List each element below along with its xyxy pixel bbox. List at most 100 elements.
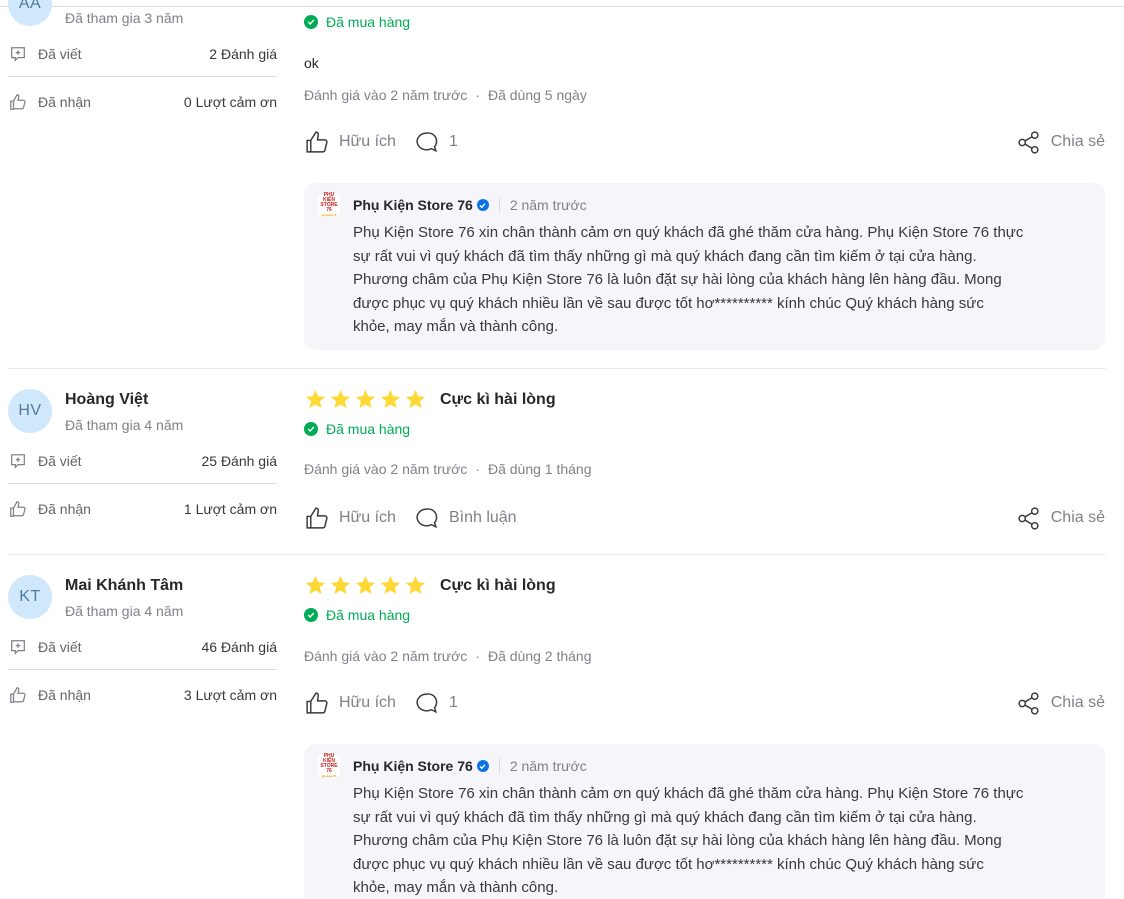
seller-reply: PHỤ KIỆN STORE 76 phukien76 Phụ Kiện Stor… <box>304 744 1105 899</box>
review-actions: Hữu ích 1 Chia sẻ <box>304 128 1105 156</box>
comment-count: 1 <box>448 694 458 711</box>
review-meta: Đánh giá vào 2 năm trước · Đã dùng 1 tháng <box>304 461 592 477</box>
review-written-icon <box>8 44 28 64</box>
star-rating <box>304 388 427 411</box>
reply-time: 2 năm trước <box>509 758 587 774</box>
stat-divider <box>8 669 277 670</box>
reply-text: Phụ Kiện Store 76 xin chân thành cảm ơn … <box>353 785 1024 896</box>
share-button[interactable]: Chia sẻ <box>1016 128 1105 156</box>
usage-duration: Đã dùng 5 ngày <box>487 87 587 103</box>
purchase-badge: Đã mua hàng <box>304 607 410 623</box>
comment-bubble-icon <box>416 507 438 528</box>
review-meta: Đánh giá vào 2 năm trước · Đã dùng 5 ngày <box>304 87 587 103</box>
review-content: ok <box>304 55 319 71</box>
purchase-badge: Đã mua hàng <box>304 14 410 30</box>
stat-divider <box>8 76 277 77</box>
star-icon <box>330 389 351 409</box>
shop-logo: PHỤ KIỆN STORE 76 phukien76 <box>318 193 340 217</box>
comment-button[interactable]: 1 <box>414 130 458 155</box>
helpful-button[interactable]: Hữu ích <box>304 130 396 155</box>
comment-count: 1 <box>448 133 458 150</box>
check-circle-icon <box>304 15 318 29</box>
review-divider <box>8 368 1106 369</box>
meta-dot: · <box>475 461 480 477</box>
star-rating <box>304 574 427 597</box>
avatar: KT <box>8 575 52 619</box>
usage-duration: Đã dùng 2 tháng <box>487 648 592 664</box>
avatar: HV <box>8 389 52 433</box>
check-circle-icon <box>304 608 318 622</box>
joined-duration: Đã tham gia 4 năm <box>65 603 184 619</box>
stat-received-label: Đã nhận <box>38 687 91 703</box>
usage-duration: Đã dùng 1 tháng <box>487 461 592 477</box>
share-icon <box>1018 691 1039 715</box>
reviewer-name: Mai Khánh Tâm <box>65 577 184 594</box>
comment-bubble-icon <box>416 131 438 152</box>
share-label: Chia sẻ <box>1050 509 1105 526</box>
stat-written-label: Đã viết <box>38 639 82 655</box>
star-icon <box>405 389 426 409</box>
stat-written-value: 46 Đánh giá <box>201 639 277 655</box>
stat-written: Đã viết 46 Đánh giá <box>8 637 277 657</box>
thumbs-up-icon <box>306 506 328 529</box>
stat-written-label: Đã viết <box>38 46 82 62</box>
purchase-badge-label: Đã mua hàng <box>326 421 411 437</box>
star-icon <box>355 389 376 409</box>
review-date: Đánh giá vào 2 năm trước <box>304 648 468 664</box>
share-button[interactable]: Chia sẻ <box>1016 504 1105 532</box>
stat-received-value: 3 Lượt cảm ơn <box>183 687 277 703</box>
review-written-icon <box>8 637 28 657</box>
seller-reply-header: PHỤ KIỆN STORE 76 phukien76 Phụ Kiện Stor… <box>318 193 1081 217</box>
stat-received-label: Đã nhận <box>38 501 91 517</box>
share-icon <box>1018 130 1039 154</box>
reply-header-divider <box>498 197 500 213</box>
verified-badge-icon <box>476 760 489 772</box>
stat-divider <box>8 483 277 484</box>
share-label: Chia sẻ <box>1050 694 1105 711</box>
check-circle-icon <box>304 422 318 436</box>
reviewer-name: Hoàng Việt <box>65 391 149 408</box>
stat-received: Đã nhận 3 Lượt cảm ơn <box>8 685 277 705</box>
helpful-button[interactable]: Hữu ích <box>304 506 396 531</box>
review-title: Cực kì hài lòng <box>440 391 556 408</box>
star-icon <box>355 575 376 595</box>
stat-received-label: Đã nhận <box>38 94 91 110</box>
helpful-label: Hữu ích <box>339 509 396 526</box>
share-label: Chia sẻ <box>1050 133 1105 150</box>
star-icon <box>330 575 351 595</box>
helpful-button[interactable]: Hữu ích <box>304 691 396 716</box>
thumbs-up-icon <box>8 92 28 112</box>
reply-time: 2 năm trước <box>509 197 587 213</box>
comment-button[interactable]: Bình luận <box>414 506 517 531</box>
star-icon <box>380 389 401 409</box>
helpful-label: Hữu ích <box>339 133 396 150</box>
shop-logo: PHỤ KIỆN STORE 76 phukien76 <box>318 754 340 778</box>
stat-written-label: Đã viết <box>38 453 82 469</box>
stat-written-value: 2 Đánh giá <box>209 46 277 62</box>
review-actions: Hữu ích 1 Chia sẻ <box>304 689 1105 717</box>
stat-written: Đã viết 2 Đánh giá <box>8 44 277 64</box>
seller-reply-header: PHỤ KIỆN STORE 76 phukien76 Phụ Kiện Stor… <box>318 754 1081 778</box>
purchase-badge: Đã mua hàng <box>304 421 410 437</box>
reply-text: Phụ Kiện Store 76 xin chân thành cảm ơn … <box>353 224 1024 335</box>
stat-written: Đã viết 25 Đánh giá <box>8 451 277 471</box>
thumbs-up-icon <box>306 130 328 153</box>
review-date: Đánh giá vào 2 năm trước <box>304 461 468 477</box>
meta-dot: · <box>475 648 480 664</box>
thumbs-up-icon <box>8 685 28 705</box>
seller-reply: PHỤ KIỆN STORE 76 phukien76 Phụ Kiện Stor… <box>304 183 1105 350</box>
shop-name[interactable]: Phụ Kiện Store 76 <box>353 758 473 774</box>
stat-written-value: 25 Đánh giá <box>201 453 277 469</box>
top-divider <box>0 6 1124 7</box>
thumbs-up-icon <box>8 499 28 519</box>
meta-dot: · <box>475 87 480 103</box>
share-button[interactable]: Chia sẻ <box>1016 689 1105 717</box>
purchase-badge-label: Đã mua hàng <box>326 14 411 30</box>
shop-name[interactable]: Phụ Kiện Store 76 <box>353 197 473 213</box>
review-meta: Đánh giá vào 2 năm trước · Đã dùng 2 tháng <box>304 648 592 664</box>
reply-header-divider <box>498 758 500 774</box>
comment-button[interactable]: 1 <box>414 691 458 716</box>
thumbs-up-icon <box>306 691 328 714</box>
helpful-label: Hữu ích <box>339 694 396 711</box>
review-date: Đánh giá vào 2 năm trước <box>304 87 468 103</box>
